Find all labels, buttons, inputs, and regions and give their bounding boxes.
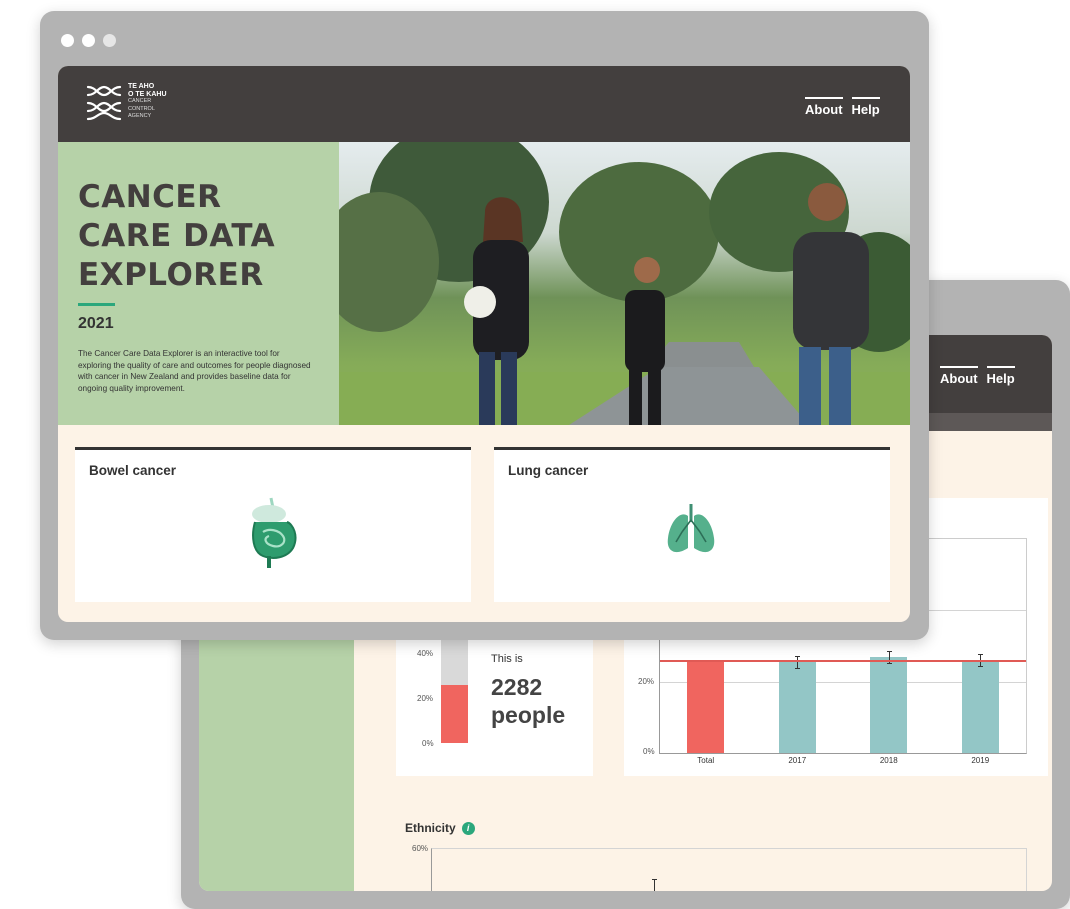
bar-total[interactable] — [687, 660, 725, 753]
hero-description: The Cancer Care Data Explorer is an inte… — [78, 349, 311, 393]
lungs-icon — [667, 504, 715, 553]
logo-text: TE AHO O TE KAHU CANCER CONTROL AGENCY — [128, 83, 167, 121]
front-nav: About Help — [805, 97, 880, 117]
bar-2017[interactable] — [778, 662, 816, 753]
proportion-bar-fill — [441, 684, 468, 743]
title-accent-rule — [78, 303, 115, 306]
x-label-2019: 2019 — [971, 756, 990, 765]
chart-tick-20: 20% — [638, 677, 655, 686]
lung-cancer-label: Lung cancer — [508, 463, 589, 478]
error-cap-bottom-2017 — [795, 668, 801, 670]
help-link[interactable]: Help — [851, 97, 880, 117]
title-line-1: CANCER — [78, 179, 222, 215]
bowel-cancer-label: Bowel cancer — [89, 463, 177, 478]
intestine-icon — [252, 497, 297, 568]
chart-tick-0: 0% — [643, 747, 655, 756]
front-page: TE AHO O TE KAHU CANCER CONTROL AGENCY A… — [58, 66, 910, 622]
bowel-cancer-tile[interactable]: Bowel cancer — [75, 447, 471, 602]
x-label-2018: 2018 — [879, 756, 898, 765]
info-icon[interactable]: i — [461, 821, 475, 835]
logo-line-4: CONTROL — [128, 105, 155, 112]
back-help-link[interactable]: Help — [986, 366, 1015, 386]
page-title: CANCER CARE DATA EXPLORER — [78, 178, 275, 295]
error-cap-top-2018 — [886, 650, 892, 652]
prop-tick-40: 40% — [417, 649, 434, 658]
ethnicity-tick-60: 60% — [412, 844, 429, 853]
logo-line-2: O TE KAHU — [128, 90, 167, 98]
proportion-count: 2282 — [491, 674, 543, 700]
prop-tick-0: 0% — [422, 739, 434, 748]
logo-line-1: TE AHO — [128, 83, 155, 91]
front-browser-window: TE AHO O TE KAHU CANCER CONTROL AGENCY A… — [40, 11, 929, 640]
bar-2018[interactable] — [870, 656, 908, 753]
hero-panel: CANCER CARE DATA EXPLORER 2021 The Cance… — [58, 142, 339, 425]
window-dot-2 — [82, 34, 95, 47]
x-label-total: Total — [697, 756, 715, 765]
ethnicity-error-cap — [652, 879, 657, 880]
lung-cancer-tile[interactable]: Lung cancer — [494, 447, 890, 602]
error-cap-bottom-2019 — [978, 666, 984, 668]
family-walking-photo — [339, 142, 910, 425]
ethnicity-title: Ethnicity — [405, 821, 456, 835]
about-link[interactable]: About — [805, 97, 843, 117]
proportion-intro: This is — [491, 653, 523, 665]
error-cap-top-2019 — [978, 654, 984, 656]
report-year: 2021 — [78, 315, 114, 332]
logo-line-5: AGENCY — [128, 113, 152, 120]
prop-tick-20: 20% — [417, 694, 434, 703]
hero-photo — [339, 142, 910, 425]
agency-logo[interactable]: TE AHO O TE KAHU CANCER CONTROL AGENCY — [86, 83, 167, 121]
x-label-2017: 2017 — [788, 756, 807, 765]
proportion-unit: people — [491, 702, 566, 728]
bar-2019[interactable] — [961, 660, 999, 753]
back-about-link[interactable]: About — [940, 366, 978, 386]
title-line-2: CARE DATA — [78, 218, 276, 254]
back-nav: About Help — [940, 366, 1015, 386]
reference-line — [660, 660, 1026, 663]
ethnicity-chart-plot — [431, 848, 1027, 891]
window-dot-1 — [61, 34, 74, 47]
error-cap-bottom-2018 — [886, 662, 892, 664]
title-line-3: EXPLORER — [78, 257, 264, 293]
error-cap-top-2017 — [795, 656, 801, 658]
woven-logo-icon — [86, 85, 122, 121]
window-dot-3 — [103, 34, 116, 47]
logo-line-3: CANCER — [128, 98, 152, 105]
ethnicity-heading: Ethnicity i — [405, 821, 475, 835]
ethnicity-error-bar — [654, 879, 655, 891]
front-header: TE AHO O TE KAHU CANCER CONTROL AGENCY A… — [58, 66, 910, 142]
